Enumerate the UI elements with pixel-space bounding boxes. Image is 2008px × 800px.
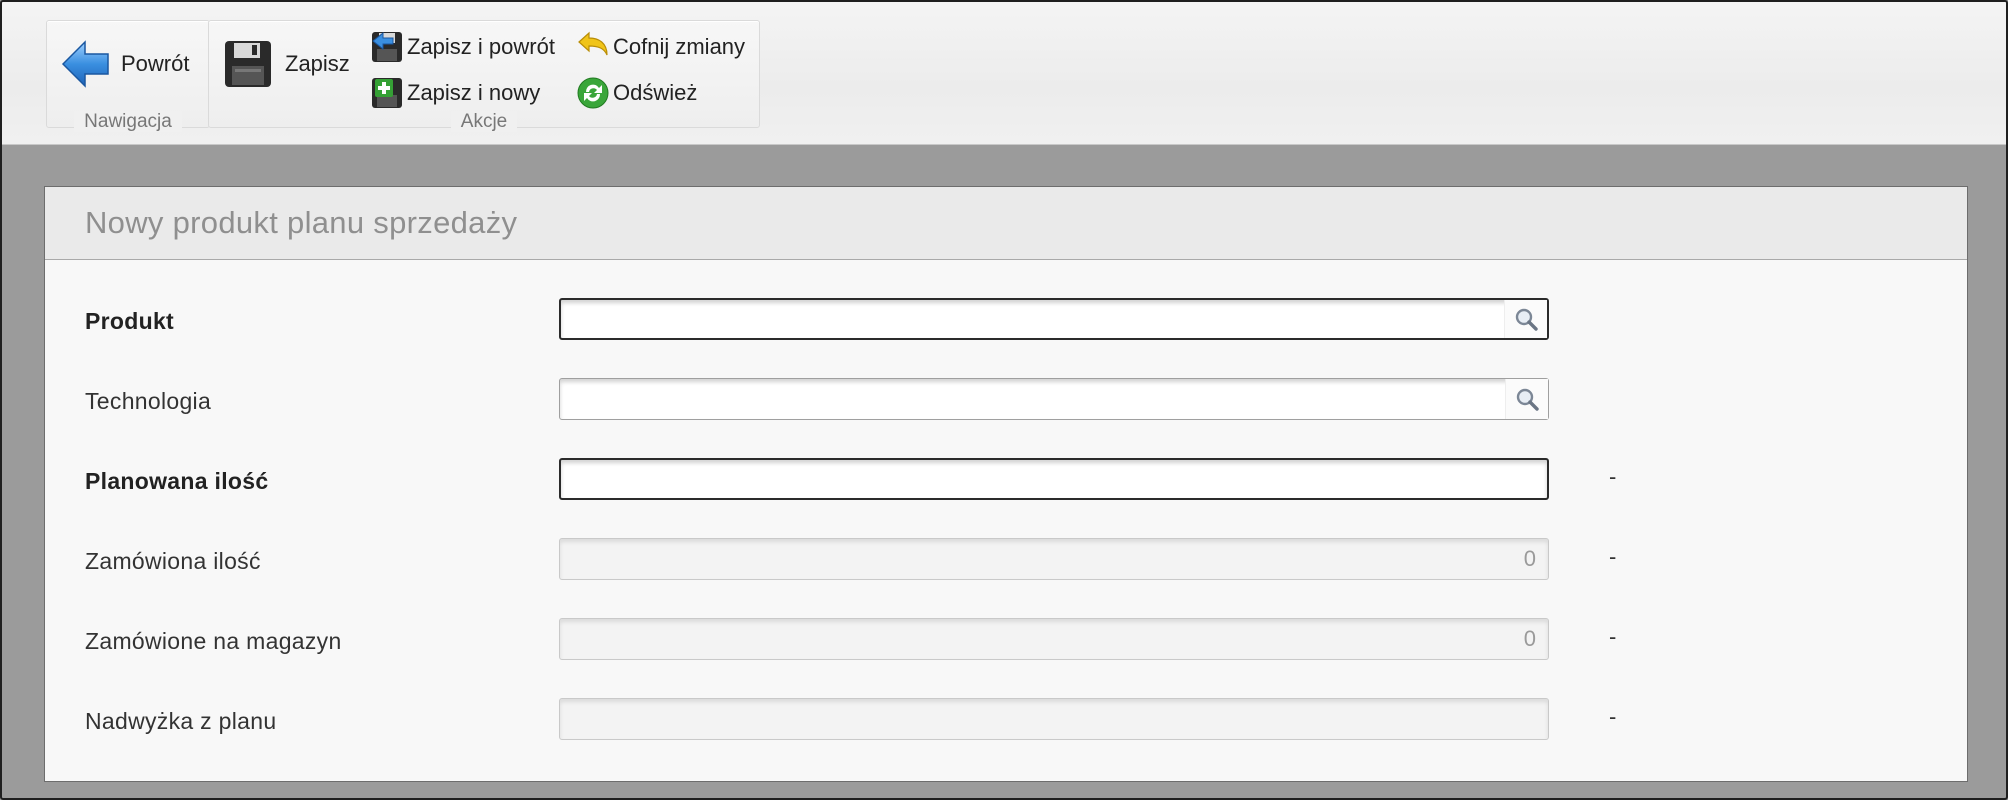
- technology-field: [559, 378, 1549, 420]
- planned-quantity-label: Planowana ilość: [85, 468, 269, 494]
- surplus-field: [559, 698, 1549, 740]
- ordered-to-warehouse-unit: -: [1609, 624, 1617, 649]
- save-and-back-label: Zapisz i powrót: [407, 34, 555, 59]
- undo-arrow-icon: [577, 31, 609, 63]
- search-icon: [1514, 307, 1538, 331]
- refresh-icon: [577, 77, 609, 109]
- save-button-label: Zapisz: [285, 51, 350, 76]
- refresh-label: Odśwież: [613, 80, 698, 105]
- form-title: Nowy produkt planu sprzedaży: [45, 187, 1967, 260]
- ordered-to-warehouse-row: Zamówione na magazyn -: [45, 618, 1967, 664]
- ordered-to-warehouse-label: Zamówione na magazyn: [85, 628, 342, 654]
- ordered-quantity-row: Zamówiona ilość -: [45, 538, 1967, 584]
- undo-changes-label: Cofnij zmiany: [613, 34, 746, 59]
- technology-lookup-button[interactable]: [1505, 379, 1548, 419]
- product-label: Produkt: [85, 308, 174, 334]
- form-panel: Nowy produkt planu sprzedaży Produkt Tec…: [44, 186, 1968, 782]
- actions-group-label: Akcje: [209, 111, 759, 133]
- ordered-quantity-input: [560, 539, 1548, 579]
- save-and-back-button[interactable]: Zapisz i powrót: [371, 29, 555, 65]
- planned-quantity-unit: -: [1609, 464, 1617, 489]
- save-button[interactable]: Zapisz: [223, 39, 350, 89]
- planned-quantity-row: Planowana ilość -: [45, 458, 1967, 504]
- product-input[interactable]: [561, 300, 1547, 338]
- ribbon-toolbar: Powrót Nawigacja Zapisz Zapisz i powrót …: [2, 2, 2006, 145]
- ordered-quantity-field: [559, 538, 1549, 580]
- search-icon: [1515, 387, 1539, 411]
- planned-quantity-input[interactable]: [561, 460, 1547, 498]
- navigation-group-label: Nawigacja: [47, 111, 209, 133]
- save-and-new-label: Zapisz i nowy: [407, 80, 541, 105]
- technology-label: Technologia: [85, 388, 212, 414]
- technology-input[interactable]: [560, 379, 1548, 419]
- back-button-label: Powrót: [121, 51, 190, 76]
- save-and-back-icon: [371, 31, 403, 63]
- ordered-quantity-unit: -: [1609, 544, 1617, 569]
- ordered-quantity-label: Zamówiona ilość: [85, 548, 261, 574]
- arrow-left-icon: [61, 39, 111, 89]
- product-row: Produkt: [45, 298, 1967, 344]
- surplus-label: Nadwyżka z planu: [85, 708, 277, 734]
- undo-changes-button[interactable]: Cofnij zmiany: [577, 29, 745, 65]
- floppy-disk-icon: [223, 39, 273, 89]
- save-and-new-icon: [371, 77, 403, 109]
- app-window: Powrót Nawigacja Zapisz Zapisz i powrót …: [0, 0, 2008, 800]
- navigation-group: Powrót Nawigacja: [46, 20, 210, 132]
- actions-group: Zapisz Zapisz i powrót Zapisz i nowy Cof…: [208, 20, 760, 132]
- planned-quantity-field: [559, 458, 1549, 500]
- surplus-input: [560, 699, 1548, 739]
- ordered-to-warehouse-input: [560, 619, 1548, 659]
- surplus-row: Nadwyżka z planu -: [45, 698, 1967, 744]
- technology-row: Technologia: [45, 378, 1967, 424]
- back-button[interactable]: Powrót: [61, 39, 189, 89]
- product-field: [559, 298, 1549, 340]
- refresh-button[interactable]: Odśwież: [577, 75, 697, 111]
- product-lookup-button[interactable]: [1504, 300, 1547, 338]
- ordered-to-warehouse-field: [559, 618, 1549, 660]
- surplus-unit: -: [1609, 704, 1617, 729]
- save-and-new-button[interactable]: Zapisz i nowy: [371, 75, 540, 111]
